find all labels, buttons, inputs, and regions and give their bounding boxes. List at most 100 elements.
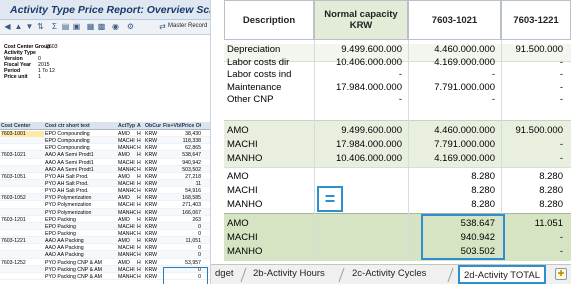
cell-1021[interactable]: 4.460.000.000 bbox=[408, 44, 501, 57]
cell-normal-capacity[interactable]: 9.499.600.000 bbox=[314, 125, 408, 138]
cost-row[interactable]: Other CNP - - - bbox=[211, 94, 571, 107]
cost-row[interactable]: Maintenance 17.984.000.000 7.791.000.000- bbox=[211, 82, 571, 95]
master-record-icon[interactable]: ⇄ bbox=[158, 22, 167, 32]
col-object-currency[interactable]: ObCur bbox=[145, 123, 163, 129]
row-label[interactable]: MANHO bbox=[227, 246, 313, 259]
cell-1021[interactable]: 4.460.000.000 bbox=[408, 125, 501, 138]
row-label[interactable]: AMO bbox=[227, 171, 313, 184]
cell-normal-capacity[interactable]: 10.406.000.000 bbox=[314, 153, 408, 166]
row-label[interactable]: Labor costs ind bbox=[227, 69, 313, 82]
graphic-icon[interactable]: ▩ bbox=[97, 22, 106, 32]
table-row[interactable]: 7603-1021 AAO AA Semi Prodt1 AMO H KRW 538,64… bbox=[0, 151, 210, 159]
cell-1021[interactable]: 8.280 bbox=[408, 171, 501, 184]
cell-1221[interactable]: - bbox=[501, 153, 571, 166]
cell-1021[interactable]: 8.280 bbox=[408, 199, 501, 212]
export-icon[interactable]: ▣ bbox=[72, 22, 81, 32]
rate-row[interactable]: MACHI 8.280 8.280 bbox=[211, 185, 571, 198]
cell-1221[interactable]: - bbox=[501, 57, 571, 70]
col-price[interactable]: Fix+VblPrice OCcy bbox=[163, 123, 201, 129]
table-row[interactable]: AAO AA Packing MACHI H KRW 0 bbox=[0, 244, 210, 252]
table-row[interactable]: PYO AH Salt Prod. MANHO H KRW 54,916 bbox=[0, 187, 210, 195]
row-label[interactable]: Labor costs dir bbox=[227, 57, 313, 70]
cell-normal-capacity[interactable]: - bbox=[314, 69, 408, 82]
sort-icon[interactable]: ⇅ bbox=[36, 22, 45, 32]
cell-1221[interactable]: 11.051 bbox=[501, 218, 571, 231]
cell-normal-capacity[interactable]: 10.406.000.000 bbox=[314, 57, 408, 70]
cost-row[interactable]: Depreciation 9.499.600.000 4.460.000.000 91… bbox=[211, 44, 571, 57]
cell-1221[interactable]: 8.280 bbox=[501, 185, 571, 198]
table-row[interactable]: AAO AA Packing MANHO H KRW 0 bbox=[0, 251, 210, 259]
table-row[interactable]: AAO AA Semi Prodt1 MACHI H KRW 940,942 bbox=[0, 159, 210, 166]
tab-activity-hours[interactable]: 2b-Activity Hours bbox=[249, 265, 329, 284]
total-row[interactable]: AMO 538.647 11.051 bbox=[211, 218, 571, 231]
tab-activity-total[interactable]: 2d-Activity TOTAL bbox=[458, 265, 547, 284]
table-row[interactable]: 7603-1221 AAO AA Packing AMO H KRW 11,051 bbox=[0, 237, 210, 245]
table-row[interactable]: PYO AH Salt Prod. MACHI H KRW 11 bbox=[0, 179, 210, 188]
table-row[interactable]: PYO Polymerization MACHI H KRW 271,403 bbox=[0, 201, 210, 209]
row-label[interactable]: MACHI bbox=[227, 232, 313, 245]
col-cost-center[interactable]: Cost Center bbox=[1, 123, 44, 129]
cell-1021[interactable]: 4.169.000.000 bbox=[408, 153, 501, 166]
table-row[interactable]: 7603-1201 EPO Packing AMO H KRW 263 bbox=[0, 216, 210, 223]
cell-1221[interactable]: - bbox=[501, 246, 571, 259]
row-label[interactable]: MANHO bbox=[227, 153, 313, 166]
tab-activity-cycles[interactable]: 2c-Activity Cycles bbox=[348, 265, 430, 284]
cell-normal-capacity[interactable]: 9.499.600.000 bbox=[314, 44, 408, 57]
table-row[interactable]: EPO Compounding MANHO H KRW 62,865 bbox=[0, 144, 210, 152]
exit-icon[interactable]: ▲ bbox=[14, 22, 23, 32]
table-row[interactable]: 7603-1051 PYO AH Salt Prod. AMO H KRW 27,218 bbox=[0, 173, 210, 180]
row-label[interactable]: MACHI bbox=[227, 185, 313, 198]
cell-1221[interactable]: 91.500.000 bbox=[501, 44, 571, 57]
row-label[interactable]: AMO bbox=[227, 125, 313, 138]
row-label[interactable]: Maintenance bbox=[227, 82, 313, 95]
settings-icon[interactable]: ⚙ bbox=[126, 22, 135, 32]
header-description[interactable]: Description bbox=[224, 0, 314, 40]
table-row[interactable]: PYO Polymerization MANHO H KRW 166,067 bbox=[0, 208, 210, 216]
cell-1221[interactable]: - bbox=[501, 139, 571, 152]
new-sheet-icon[interactable]: ✚ bbox=[555, 268, 567, 280]
capacity-row[interactable]: MANHO 10.406.000.000 4.169.000.000- bbox=[211, 153, 571, 166]
header-cost-center-1021[interactable]: 7603-1021 bbox=[408, 0, 501, 40]
cell-1221[interactable]: - bbox=[501, 94, 571, 107]
cell-1221[interactable]: - bbox=[501, 232, 571, 245]
cell-normal-capacity[interactable]: 17.984.000.000 bbox=[314, 139, 408, 152]
row-label[interactable]: Other CNP bbox=[227, 94, 313, 107]
back-icon[interactable]: ◀ bbox=[3, 22, 12, 32]
cell-1021[interactable]: 4.169.000.000 bbox=[408, 57, 501, 70]
total-icon[interactable]: Σ bbox=[50, 22, 59, 32]
layout-icon[interactable]: ▦ bbox=[86, 22, 95, 32]
cell-1221[interactable]: 8.280 bbox=[501, 171, 571, 184]
table-row[interactable]: EPO Packing MACHI H KRW 0 bbox=[0, 222, 210, 230]
row-label[interactable]: AMO bbox=[227, 218, 313, 231]
table-row[interactable]: 7603-1001 EPO Compounding AMO H KRW 38,430 bbox=[0, 130, 210, 138]
info-icon[interactable]: ◉ bbox=[111, 22, 120, 32]
cell-1221[interactable]: - bbox=[501, 69, 571, 82]
rate-row[interactable]: MANHO 8.280 8.280 bbox=[211, 199, 571, 212]
total-row[interactable]: MANHO 503.502- bbox=[211, 246, 571, 259]
table-row[interactable]: 7603-1252 PYO Packing CNP & AM AMO H KRW 53,9… bbox=[0, 259, 210, 266]
cell-normal-capacity[interactable]: - bbox=[314, 94, 408, 107]
cost-row[interactable]: Labor costs dir 10.406.000.000 4.169.000.0… bbox=[211, 57, 571, 70]
row-label[interactable]: MACHI bbox=[227, 139, 313, 152]
cell-1021[interactable]: 7.791.000.000 bbox=[408, 82, 501, 95]
tab-budget[interactable]: dget bbox=[211, 265, 238, 284]
rate-row[interactable]: AMO 8.280 8.280 bbox=[211, 171, 571, 184]
table-row[interactable]: 7603-1052 PYO Polymerization AMO H KRW 168,58… bbox=[0, 194, 210, 202]
cell-1021[interactable]: - bbox=[408, 69, 501, 82]
cell-1021[interactable]: - bbox=[408, 94, 501, 107]
cell-1221[interactable]: 91.500.000 bbox=[501, 125, 571, 138]
capacity-row[interactable]: AMO 9.499.600.000 4.460.000.000 91.500.000 bbox=[211, 125, 571, 138]
master-record-button[interactable]: Master Record bbox=[168, 23, 207, 29]
row-label[interactable]: MANHO bbox=[227, 199, 313, 212]
cell-1021[interactable]: 8.280 bbox=[408, 185, 501, 198]
print-icon[interactable]: ▤ bbox=[61, 22, 70, 32]
table-row[interactable]: AAO AA Semi Prodt1 MANHO H KRW 503,502 bbox=[0, 165, 210, 173]
col-activity-type[interactable]: ActTyp bbox=[118, 123, 136, 129]
header-normal-capacity[interactable]: Normal capacity KRW bbox=[314, 0, 408, 40]
table-row[interactable]: EPO Compounding MACHI H KRW 118,338 bbox=[0, 137, 210, 145]
row-label[interactable]: Depreciation bbox=[227, 44, 313, 57]
total-row[interactable]: MACHI 940.942- bbox=[211, 232, 571, 245]
table-row[interactable]: EPO Packing MANHO H KRW 0 bbox=[0, 230, 210, 238]
capacity-row[interactable]: MACHI 17.984.000.000 7.791.000.000- bbox=[211, 139, 571, 152]
col-short-text[interactable]: Cost ctr short text bbox=[45, 123, 117, 129]
